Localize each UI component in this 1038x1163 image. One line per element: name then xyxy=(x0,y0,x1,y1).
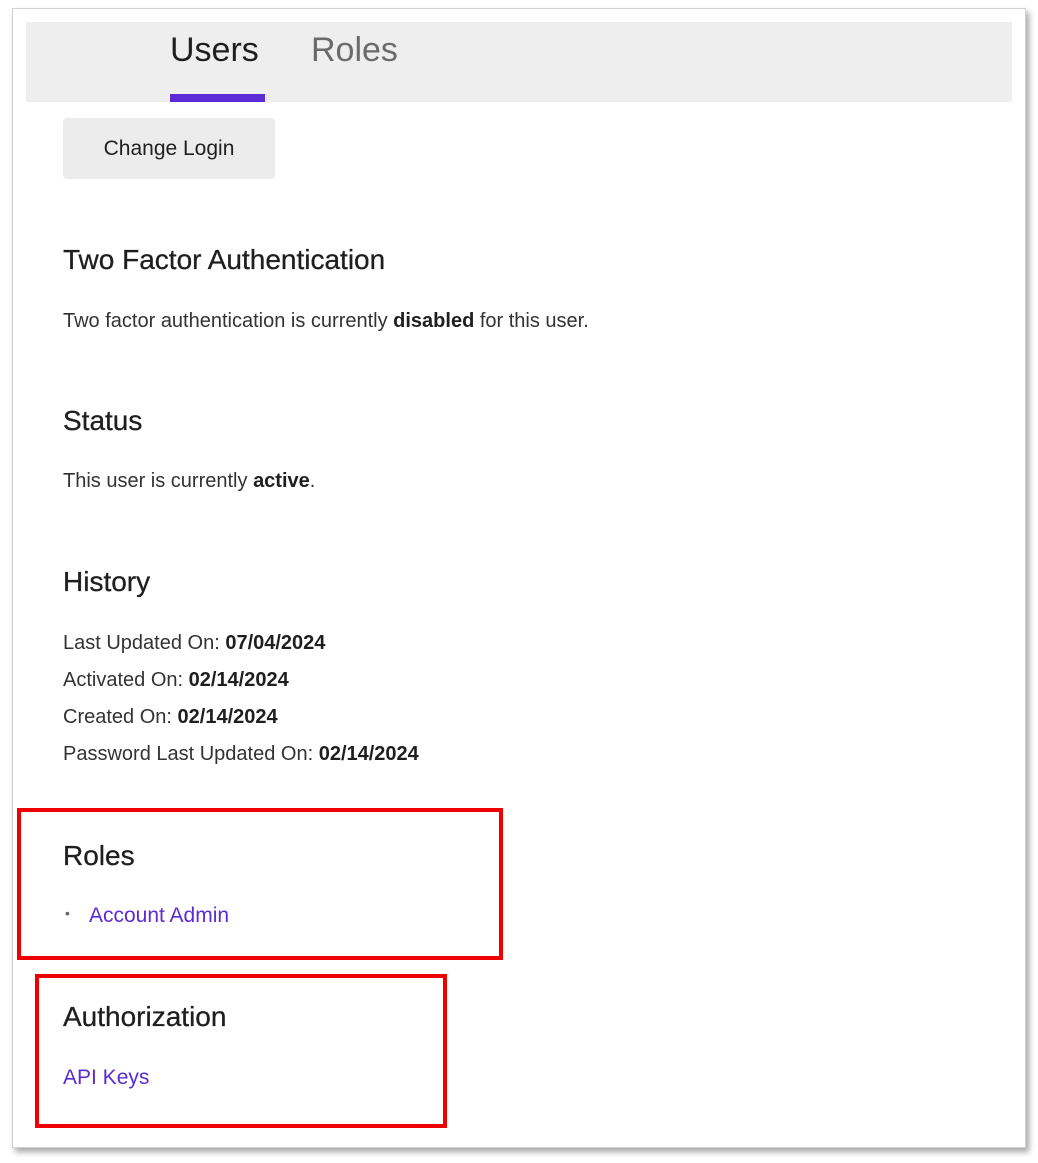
two-factor-text: Two factor authentication is currently d… xyxy=(63,310,589,333)
api-keys-link[interactable]: API Keys xyxy=(63,1066,149,1090)
authorization-heading: Authorization xyxy=(63,1001,227,1032)
history-row: Last Updated On: 07/04/2024 xyxy=(63,632,325,655)
history-label: Created On: xyxy=(63,706,178,728)
roles-heading: Roles xyxy=(63,840,135,871)
status-text-before: This user is currently xyxy=(63,470,254,492)
history-value: 02/14/2024 xyxy=(188,669,289,691)
status-text-after: . xyxy=(309,470,316,492)
roles-highlight-box xyxy=(17,808,503,960)
history-label: Password Last Updated On: xyxy=(63,743,319,765)
history-value: 02/14/2024 xyxy=(318,743,419,765)
tab-roles[interactable]: Roles xyxy=(311,30,398,70)
history-row: Password Last Updated On: 02/14/2024 xyxy=(63,743,419,766)
tab-users[interactable]: Users xyxy=(170,30,259,70)
two-factor-heading: Two Factor Authentication xyxy=(63,244,386,275)
history-label: Last Updated On: xyxy=(63,632,226,654)
history-value: 02/14/2024 xyxy=(177,706,278,728)
status-text: This user is currently active. xyxy=(63,470,315,493)
active-tab-indicator xyxy=(170,94,265,102)
history-heading: History xyxy=(63,566,151,597)
bullet-icon: • xyxy=(65,905,70,921)
history-row: Activated On: 02/14/2024 xyxy=(63,669,289,692)
history-value: 07/04/2024 xyxy=(225,632,326,654)
status-state: active xyxy=(253,470,310,492)
two-factor-text-before: Two factor authentication is currently xyxy=(63,310,394,332)
authorization-highlight-box xyxy=(35,974,447,1128)
role-link-account-admin[interactable]: Account Admin xyxy=(89,904,229,928)
two-factor-text-after: for this user. xyxy=(474,310,589,332)
two-factor-state: disabled xyxy=(393,310,475,332)
history-label: Activated On: xyxy=(63,669,189,691)
status-heading: Status xyxy=(63,405,143,436)
change-login-button[interactable]: Change Login xyxy=(63,118,275,179)
history-row: Created On: 02/14/2024 xyxy=(63,706,278,729)
